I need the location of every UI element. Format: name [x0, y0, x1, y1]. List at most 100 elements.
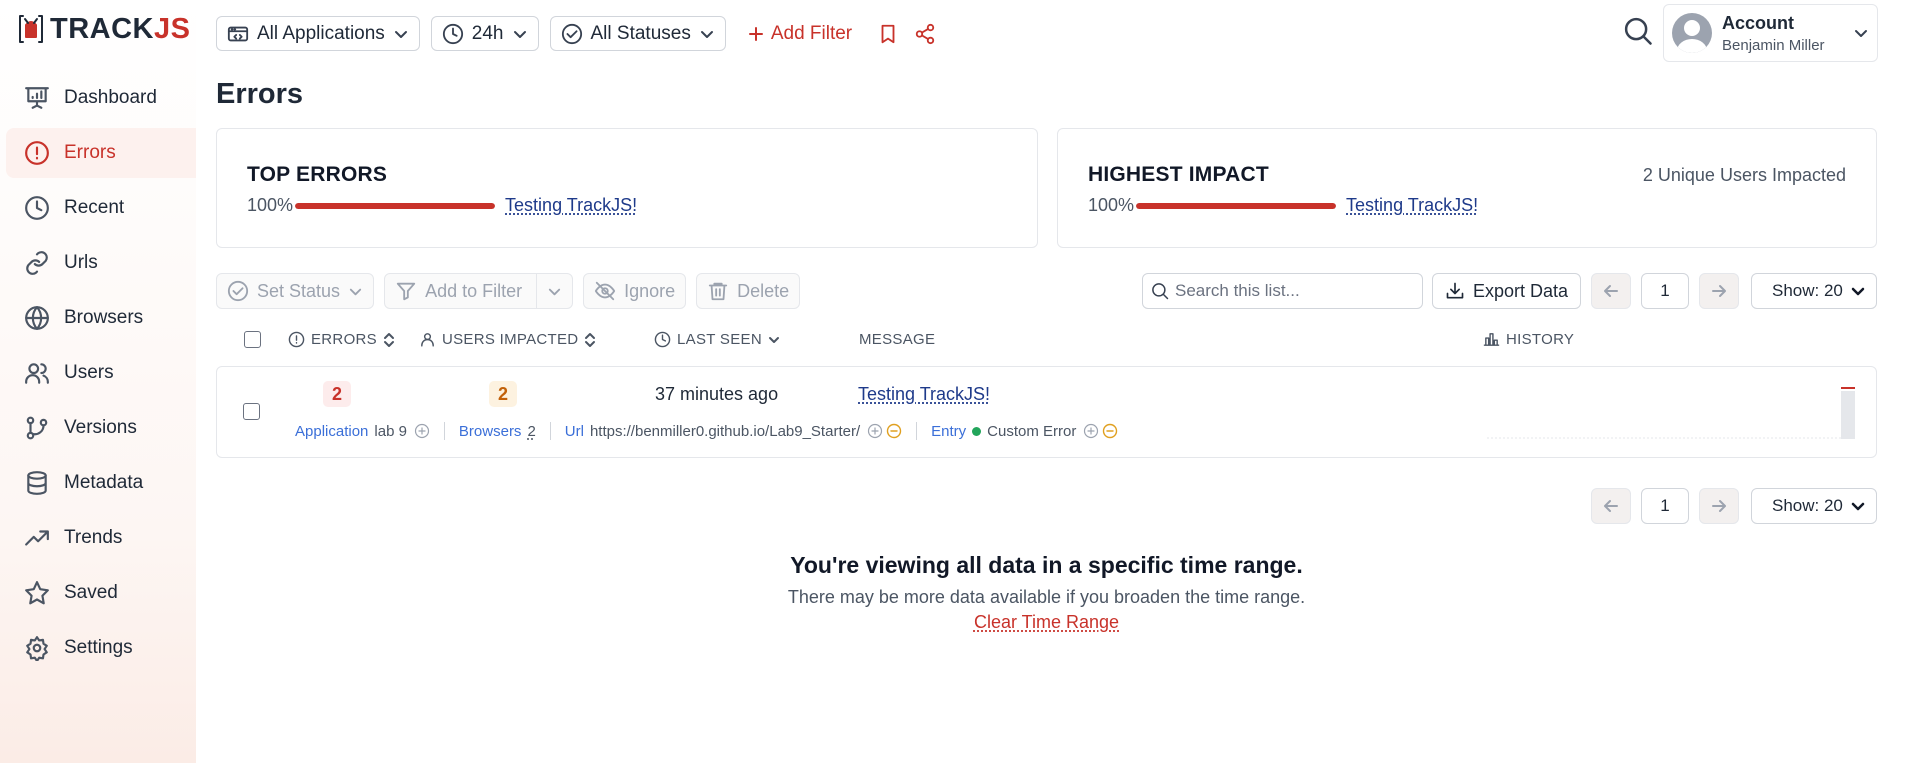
table-row[interactable]: 2 2 37 minutes ago Testing TrackJS! Appl…: [216, 366, 1877, 458]
sidebar-item-trends[interactable]: Trends: [6, 513, 196, 563]
set-status-label: Set Status: [257, 280, 341, 301]
divider: [443, 422, 445, 440]
trackjs-logo[interactable]: TRACKJS: [16, 12, 190, 46]
browsers-key[interactable]: Browsers: [459, 423, 522, 440]
sidebar-item-versions[interactable]: Versions: [6, 403, 196, 453]
column-last-seen[interactable]: LAST SEEN: [654, 331, 780, 348]
set-status-button[interactable]: Set Status: [216, 273, 375, 309]
sort-icon: [383, 332, 395, 348]
filter-icon: [395, 280, 417, 302]
sidebar-item-users[interactable]: Users: [6, 348, 196, 398]
column-users-impacted[interactable]: USERS IMPACTED: [419, 331, 596, 348]
entry-key[interactable]: Entry: [931, 423, 966, 440]
alert-circle-icon: [288, 331, 305, 348]
error-message-link[interactable]: Testing TrackJS!: [858, 384, 990, 405]
sidebar-item-browsers[interactable]: Browsers: [6, 293, 196, 343]
add-to-filter-button[interactable]: Add to Filter: [384, 273, 574, 309]
sidebar-item-dashboard[interactable]: Dashboard: [6, 73, 196, 123]
entry-status-dot: [972, 426, 982, 436]
pagination-top: Show: 20: [1591, 273, 1877, 309]
users-count-badge: 2: [489, 381, 517, 407]
trend-icon: [24, 525, 50, 551]
sidebar-item-recent[interactable]: Recent: [6, 183, 196, 233]
alert-circle-icon: [24, 140, 50, 166]
search-list-input[interactable]: [1175, 281, 1405, 301]
status-dropdown[interactable]: All Statuses: [549, 16, 726, 51]
sidebar-item-urls[interactable]: Urls: [6, 238, 196, 288]
time-range-dropdown[interactable]: 24h: [430, 16, 539, 51]
chevron-down-icon: [699, 26, 715, 42]
applications-dropdown[interactable]: All Applications: [216, 16, 420, 51]
row-checkbox[interactable]: [243, 403, 260, 420]
users-icon: [24, 360, 50, 386]
page-size-value: Show: 20: [1772, 281, 1843, 300]
chevron-down-icon: [1850, 498, 1866, 514]
export-data-button[interactable]: Export Data: [1432, 273, 1582, 309]
page-size-value: Show: 20: [1772, 496, 1843, 515]
bar-chart-icon: [1483, 331, 1500, 348]
column-message-label: MESSAGE: [859, 331, 936, 348]
user-icon: [419, 331, 436, 348]
browsers-value[interactable]: 2: [527, 423, 535, 440]
gear-icon: [24, 635, 50, 661]
prev-page-button[interactable]: [1591, 488, 1631, 524]
git-branch-icon: [24, 415, 50, 441]
prev-page-button[interactable]: [1591, 273, 1631, 309]
top-errors-message-link[interactable]: Testing TrackJS!: [505, 195, 637, 216]
column-errors[interactable]: ERRORS: [288, 331, 395, 348]
bulk-action-toolbar: Set Status Add to Filter Ignore Delete: [216, 273, 801, 309]
url-key[interactable]: Url: [565, 423, 584, 440]
select-all-cell: [244, 331, 261, 348]
sidebar-nav: Dashboard Errors Recent Urls Browsers Us…: [6, 73, 196, 678]
minus-circle-icon[interactable]: [1102, 423, 1118, 439]
column-users-label: USERS IMPACTED: [442, 331, 579, 348]
chevron-down-icon: [348, 284, 363, 299]
sidebar-item-metadata[interactable]: Metadata: [6, 458, 196, 508]
page-number-input[interactable]: [1641, 488, 1689, 524]
column-history: HISTORY: [1483, 331, 1574, 348]
sidebar-item-settings[interactable]: Settings: [6, 623, 196, 673]
sidebar-item-label: Trends: [64, 527, 123, 548]
plus-circle-icon[interactable]: [867, 423, 883, 439]
ignore-label: Ignore: [624, 280, 676, 301]
download-icon: [1445, 281, 1465, 301]
history-sparkline: [1487, 387, 1855, 439]
list-search: [1142, 273, 1423, 309]
search-icon[interactable]: [1623, 16, 1653, 46]
top-errors-row: 100% Testing TrackJS!: [247, 195, 637, 216]
plus-circle-icon[interactable]: [414, 423, 430, 439]
page-title: Errors: [216, 78, 304, 110]
sidebar-item-errors[interactable]: Errors: [6, 128, 196, 178]
account-menu[interactable]: Account Benjamin Miller: [1663, 4, 1878, 62]
select-all-checkbox[interactable]: [244, 331, 261, 348]
page-size-select[interactable]: Show: 20: [1751, 488, 1877, 524]
next-page-button[interactable]: [1699, 488, 1739, 524]
globe-icon: [24, 305, 50, 331]
delete-button[interactable]: Delete: [696, 273, 801, 309]
clear-time-range-link[interactable]: Clear Time Range: [974, 612, 1119, 633]
page-size-select[interactable]: Show: 20: [1751, 273, 1877, 309]
divider: [549, 422, 551, 440]
account-user: Benjamin Miller: [1722, 36, 1825, 54]
highest-impact-row: 100% Testing TrackJS!: [1088, 195, 1478, 216]
application-key[interactable]: Application: [295, 423, 368, 440]
delete-label: Delete: [737, 280, 790, 301]
add-to-filter-menu[interactable]: [536, 274, 572, 308]
highest-impact-message-link[interactable]: Testing TrackJS!: [1346, 195, 1478, 216]
notice-title: You're viewing all data in a specific ti…: [790, 552, 1303, 578]
sidebar-item-saved[interactable]: Saved: [6, 568, 196, 618]
minus-circle-icon[interactable]: [886, 423, 902, 439]
chevron-down-icon: [547, 284, 562, 299]
unique-users-summary: 2 Unique Users Impacted: [1642, 165, 1846, 185]
star-icon: [24, 580, 50, 606]
bookmark-icon[interactable]: [877, 23, 899, 45]
column-message: MESSAGE: [859, 331, 935, 348]
add-filter-button[interactable]: Add Filter: [747, 23, 852, 45]
plus-circle-icon[interactable]: [1083, 423, 1099, 439]
last-seen-value: 37 minutes ago: [655, 384, 779, 404]
top-errors-card: TOP ERRORS 100% Testing TrackJS!: [216, 128, 1038, 248]
ignore-button[interactable]: Ignore: [583, 273, 687, 309]
next-page-button[interactable]: [1699, 273, 1739, 309]
page-number-input[interactable]: [1641, 273, 1689, 309]
share-icon[interactable]: [914, 23, 936, 45]
